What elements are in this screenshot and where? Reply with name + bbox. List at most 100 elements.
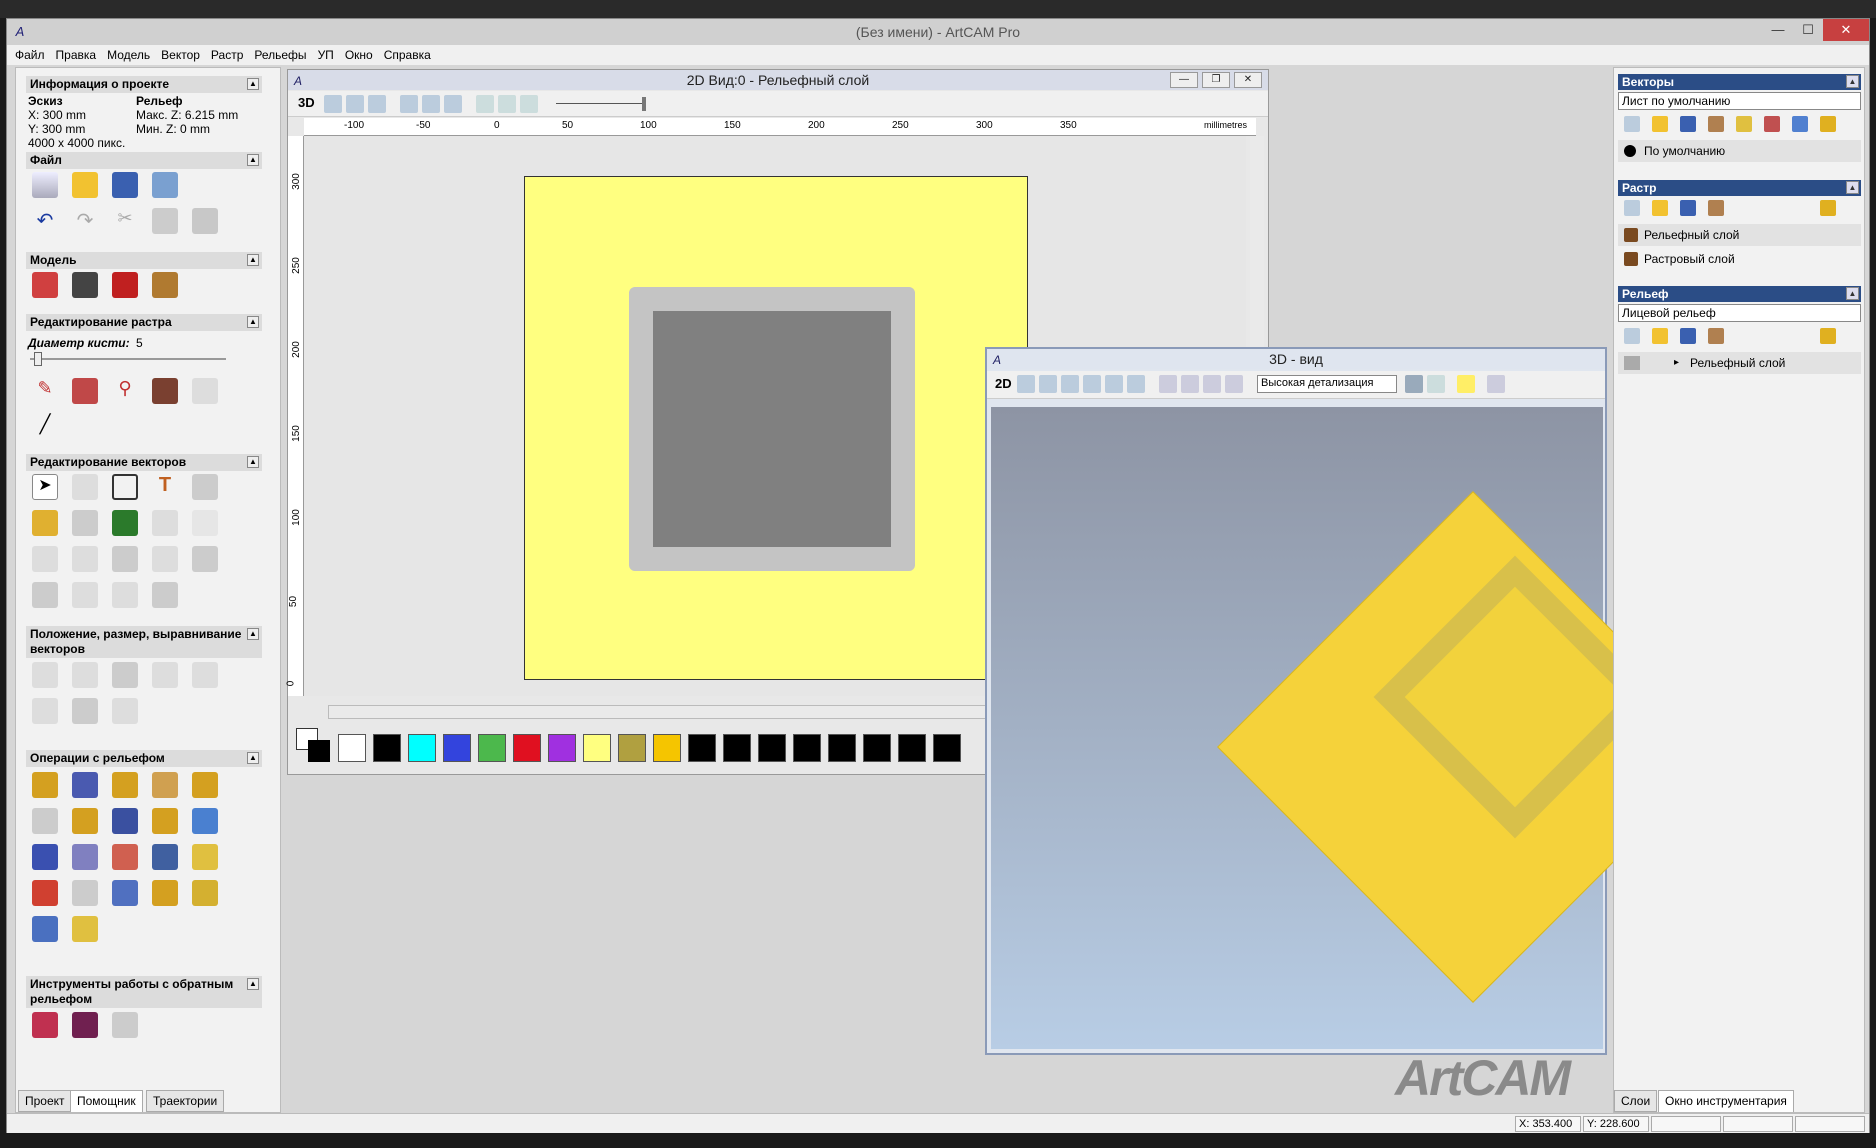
menu-raster[interactable]: Растр [211,48,243,62]
palette-swatch[interactable] [898,734,926,762]
new-layer-icon[interactable] [1624,200,1640,216]
view-2d-close-button[interactable]: ✕ [1234,72,1262,88]
relief-sweep-icon[interactable] [32,808,58,834]
model-sheet[interactable] [524,176,1028,680]
collapse-icon[interactable]: ▲ [1846,287,1859,300]
wrap-icon[interactable] [72,698,98,724]
palette-icon[interactable] [152,378,178,404]
smooth-icon[interactable] [32,546,58,572]
light-icon[interactable] [1457,375,1475,393]
pan-icon[interactable] [1039,375,1057,393]
star-icon[interactable] [152,582,178,608]
collapse-icon[interactable]: ▲ [247,978,259,990]
relief-paint-icon[interactable] [32,880,58,906]
relief-import-icon[interactable] [72,916,98,942]
switch-2d-button[interactable]: 2D [995,376,1012,391]
palette-swatch[interactable] [478,734,506,762]
mirror-icon[interactable] [32,698,58,724]
menu-vector[interactable]: Вектор [161,48,200,62]
relief-smooth-icon[interactable] [72,844,98,870]
side-view-icon[interactable] [1225,375,1243,393]
palette-swatch[interactable] [793,734,821,762]
spiral-icon[interactable] [112,582,138,608]
relief-merge-icon[interactable] [112,880,138,906]
fill-icon[interactable] [72,378,98,404]
open-icon[interactable] [1652,116,1668,132]
paste-icon[interactable] [192,208,218,234]
vector-join-icon[interactable] [72,510,98,536]
curve-icon[interactable] [72,582,98,608]
reverse-flatten-icon[interactable] [112,1012,138,1038]
select-arrow-icon[interactable]: ➤ [32,474,58,500]
tab-assistant[interactable]: Помощник [70,1090,143,1112]
relief-angle-icon[interactable] [192,880,218,906]
merge-icon[interactable] [1708,328,1724,344]
save-icon[interactable] [1680,116,1696,132]
new-layer-icon[interactable] [1624,116,1640,132]
vector-layer-default[interactable]: По умолчанию [1618,140,1861,162]
zoom-box-icon[interactable] [1105,375,1123,393]
reverse-emboss-icon[interactable] [72,1012,98,1038]
collapse-icon[interactable]: ▲ [247,254,259,266]
redo-icon[interactable]: ↷ [72,208,98,234]
tab-toolpaths[interactable]: Траектории [146,1090,225,1112]
merge-icon[interactable] [1708,116,1724,132]
cylinder-icon[interactable] [32,582,58,608]
text-on-curve-icon[interactable] [112,510,138,536]
collapse-icon[interactable]: ▲ [247,316,259,328]
menu-edit[interactable]: Правка [56,48,97,62]
save-as-icon[interactable] [152,172,178,198]
open-icon[interactable] [1652,328,1668,344]
maximize-button[interactable]: ☐ [1793,19,1823,41]
detail-level-select[interactable]: Высокая детализация [1257,375,1397,393]
position-header[interactable]: Положение, размер, выравнивание векторов… [26,626,262,658]
menu-model[interactable]: Модель [107,48,150,62]
tab-project[interactable]: Проект [18,1090,72,1112]
minimize-button[interactable]: — [1763,19,1793,41]
color-layer-icon[interactable] [1764,116,1780,132]
menu-help[interactable]: Справка [384,48,431,62]
brush-slider-track[interactable] [30,358,226,360]
vector-edit-header[interactable]: Редактирование векторов ▲ [26,454,262,471]
palette-swatch[interactable] [688,734,716,762]
relief-shape-icon[interactable] [32,772,58,798]
lightbulb-icon[interactable] [1820,200,1836,216]
render-icon[interactable] [1487,375,1505,393]
relief-sculpt-icon[interactable] [112,844,138,870]
save-icon[interactable] [112,172,138,198]
relief-spin-icon[interactable] [152,772,178,798]
menu-file[interactable]: Файл [15,48,45,62]
menu-window[interactable]: Окно [345,48,373,62]
rectangle-icon[interactable] [112,474,138,500]
switch-3d-button[interactable]: 3D [298,95,315,110]
raster-layer-bitmap[interactable]: Растровый слой [1618,248,1861,270]
cloud-icon[interactable] [192,378,218,404]
zoom-in-icon[interactable] [324,95,342,113]
collapse-icon[interactable]: ▲ [1846,181,1859,194]
ruler-units[interactable]: millimetres [1204,120,1247,130]
brush-slider-thumb[interactable] [34,352,42,366]
zoom-box-icon[interactable] [368,95,386,113]
palette-swatch[interactable] [758,734,786,762]
blend-slider-thumb[interactable] [642,97,646,111]
collapse-icon[interactable]: ▲ [247,628,259,640]
relief-plane-icon[interactable] [72,772,98,798]
relief-layer-row[interactable]: ▸ Рельефный слой [1618,352,1861,374]
file-header[interactable]: Файл ▲ [26,152,262,169]
relief-blend-icon[interactable] [152,844,178,870]
rotate-view-icon[interactable] [1017,375,1035,393]
zoom-out-icon[interactable] [346,95,364,113]
palette-swatch[interactable] [443,734,471,762]
tab-toolbox[interactable]: Окно инструментария [1658,1090,1794,1112]
relief-turn-icon[interactable] [192,772,218,798]
undo-icon[interactable]: ↶ [32,208,58,234]
relief-star-icon[interactable] [32,844,58,870]
relief-texture-icon[interactable] [112,808,138,834]
wave-icon[interactable] [72,546,98,572]
palette-swatch[interactable] [548,734,576,762]
zoom-in-icon[interactable] [1061,375,1079,393]
palette-swatch[interactable] [373,734,401,762]
circle-array-icon[interactable] [72,662,98,688]
scale-icon[interactable] [192,662,218,688]
front-view-icon[interactable] [1203,375,1221,393]
